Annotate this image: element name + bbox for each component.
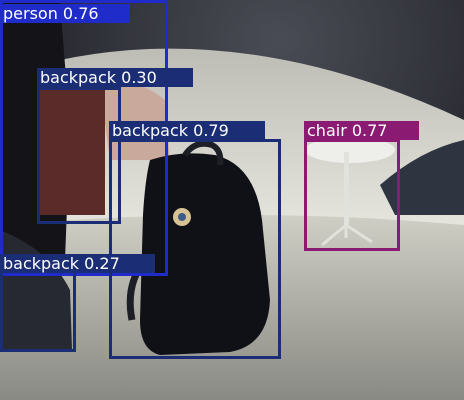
detection-label: backpack 0.30 [37,68,193,87]
detection-image: person 0.76 backpack 0.30 backpack 0.79 cha… [0,0,464,400]
detection-label: backpack 0.27 [0,254,155,273]
detection-box [109,139,281,359]
detection-box [0,270,76,352]
detection-box [304,139,400,251]
detection-label: chair 0.77 [304,121,419,140]
detection-label: person 0.76 [0,4,130,23]
detection-label: backpack 0.79 [109,121,265,140]
